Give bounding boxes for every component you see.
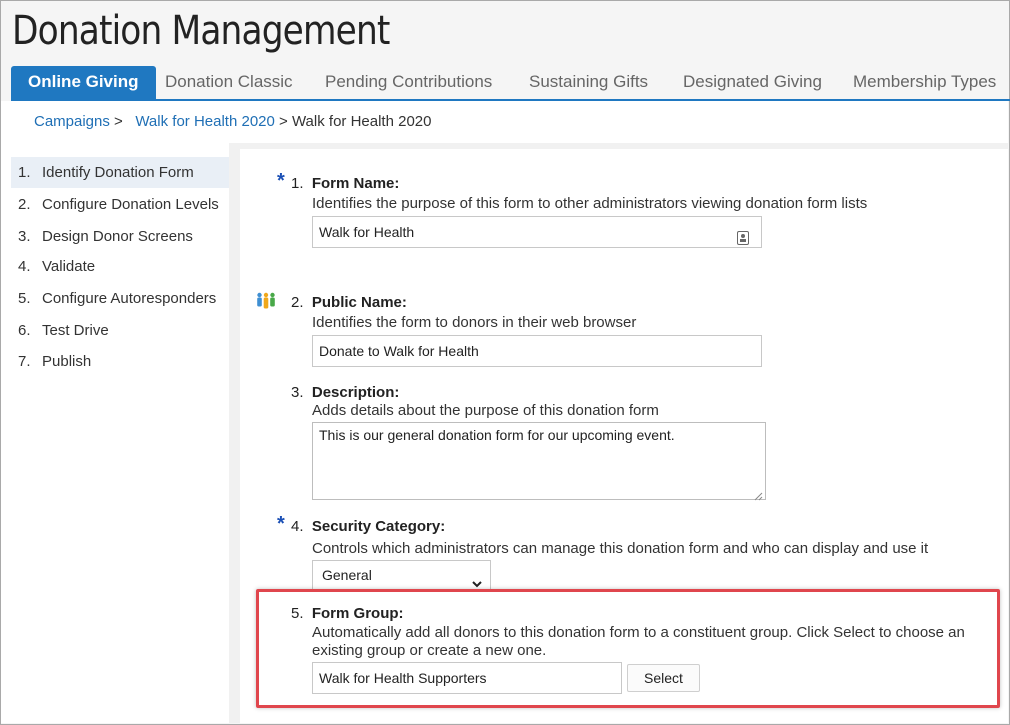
step-configure-autoresponders[interactable]: 5. Configure Autoresponders [11, 283, 229, 314]
description-textarea[interactable]: This is our general donation form for ou… [312, 422, 766, 501]
breadcrumb-separator: > [114, 113, 123, 130]
field-number: 2. [291, 294, 304, 311]
field-title: Security Category: [311, 518, 446, 535]
step-label: Test Drive [42, 322, 109, 339]
security-category-label: 4. Security Category: [291, 518, 445, 535]
required-asterisk: * [277, 170, 285, 192]
form-name-hint: Identifies the purpose of this form to o… [312, 195, 868, 212]
step-validate[interactable]: 4. Validate [11, 251, 229, 282]
step-design-donor-screens[interactable]: 3. Design Donor Screens [11, 221, 229, 252]
step-label: Validate [42, 258, 96, 275]
required-asterisk: * [277, 513, 285, 535]
public-name-label: 2. Public Name: [291, 294, 407, 311]
description-label: 3. Description: [291, 384, 399, 401]
step-number: 2. [18, 196, 31, 213]
step-number: 3. [18, 228, 31, 245]
description-hint: Adds details about the purpose of this d… [312, 402, 659, 419]
tab-donation-classic[interactable]: Donation Classic [165, 66, 293, 99]
step-label: Configure Donation Levels [42, 196, 219, 213]
step-number: 6. [18, 322, 31, 339]
step-publish[interactable]: 7. Publish [11, 346, 229, 377]
breadcrumb-campaigns-link[interactable]: Campaigns [34, 113, 110, 130]
steps-sidebar: 1. Identify Donation Form 2. Configure Don… [11, 157, 229, 377]
step-number: 1. [18, 164, 31, 181]
field-number: 3. [291, 384, 304, 401]
breadcrumb-current: Walk for Health 2020 [291, 113, 432, 130]
step-label: Configure Autoresponders [42, 290, 217, 307]
field-title: Public Name: [311, 294, 407, 311]
step-label: Publish [42, 353, 92, 370]
field-number: 4. [291, 518, 304, 535]
step-number: 5. [18, 290, 31, 307]
field-title: Description: [311, 384, 400, 401]
step-label: Identify Donation Form [42, 164, 194, 181]
form-name-label: 1. Form Name: [291, 175, 399, 192]
security-category-select[interactable]: General [312, 560, 491, 590]
step-label: Design Donor Screens [42, 228, 193, 245]
tab-bar: Online Giving Donation Classic Pending C… [11, 66, 1010, 101]
page-title: Donation Management [12, 8, 390, 54]
step-identify-donation-form[interactable]: 1. Identify Donation Form [11, 157, 229, 188]
security-category-hint: Controls which administrators can manage… [312, 540, 929, 557]
step-number: 7. [18, 353, 31, 370]
description-value: This is our general donation form for ou… [319, 427, 675, 443]
tab-sustaining-gifts[interactable]: Sustaining Gifts [529, 66, 648, 99]
step-number: 4. [18, 258, 31, 275]
tab-online-giving[interactable]: Online Giving [11, 66, 156, 99]
field-title: Form Name: [311, 175, 400, 192]
translation-people-icon [256, 291, 276, 313]
tab-pending-contributions[interactable]: Pending Contributions [325, 66, 492, 99]
form-group-highlight [256, 589, 1000, 708]
breadcrumb-campaign-link[interactable]: Walk for Health 2020 [135, 113, 275, 130]
resize-handle-icon[interactable] [754, 488, 763, 501]
tab-membership-types[interactable]: Membership Types [853, 66, 996, 99]
tab-designated-giving[interactable]: Designated Giving [683, 66, 822, 99]
chevron-down-icon [471, 570, 483, 588]
form-name-input[interactable]: Walk for Health [312, 216, 762, 248]
step-test-drive[interactable]: 6. Test Drive [11, 315, 229, 346]
contact-card-icon[interactable] [737, 225, 749, 245]
public-name-input[interactable]: Donate to Walk for Health [312, 335, 762, 367]
form-name-value: Walk for Health [319, 224, 415, 240]
breadcrumb-separator: > [279, 113, 288, 130]
public-name-hint: Identifies the form to donors in their w… [312, 314, 637, 331]
step-configure-donation-levels[interactable]: 2. Configure Donation Levels [11, 189, 229, 220]
security-category-value: General [322, 567, 372, 583]
breadcrumb: Campaigns > Walk for Health 2020 > Walk … [34, 113, 431, 130]
field-number: 1. [291, 175, 304, 192]
